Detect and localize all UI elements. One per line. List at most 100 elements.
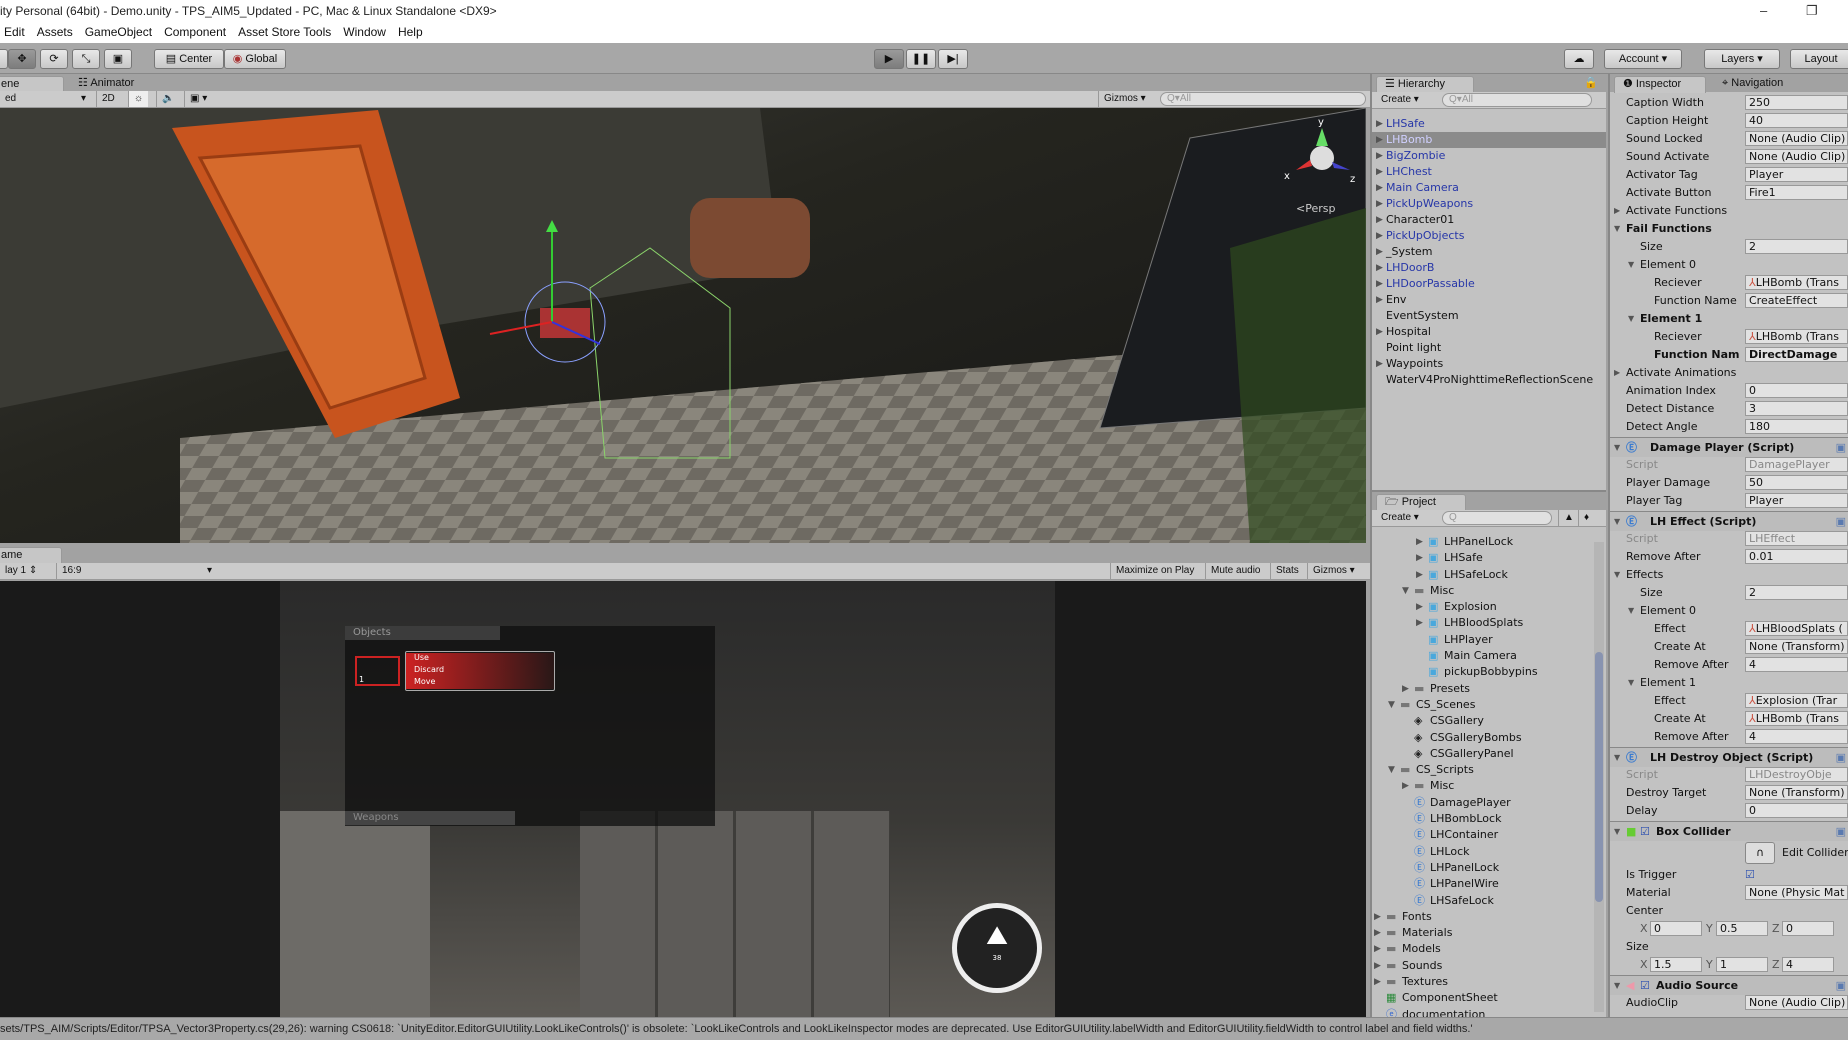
stats-toggle[interactable]: Stats: [1270, 563, 1304, 579]
project-search-input[interactable]: Q: [1442, 511, 1552, 525]
pivot-center-button[interactable]: ▤ Center: [154, 49, 224, 69]
project-item[interactable]: ▼ ▬ CS_Scripts: [1372, 762, 1592, 778]
expand-arrow-icon[interactable]: ▶: [1376, 228, 1383, 244]
vector-z-field[interactable]: 4: [1782, 957, 1834, 972]
field-value[interactable]: 0: [1745, 803, 1848, 818]
field-value[interactable]: Player: [1745, 493, 1848, 508]
field-value[interactable]: 2: [1745, 585, 1848, 600]
project-create-button[interactable]: Create ▾: [1376, 510, 1424, 526]
expand-arrow-icon[interactable]: ▶: [1402, 681, 1409, 697]
component-enabled-checkbox[interactable]: ☑: [1640, 822, 1650, 841]
field-value[interactable]: ⅄LHBomb (Trans: [1745, 711, 1848, 726]
rect-tool-button[interactable]: ▣: [104, 49, 132, 69]
menu-asset-store-tools[interactable]: Asset Store Tools: [238, 25, 331, 39]
move-tool-button[interactable]: ✥: [8, 49, 36, 69]
field-value[interactable]: 0.01: [1745, 549, 1848, 564]
collapse-arrow-icon[interactable]: ▼: [1628, 256, 1634, 273]
layers-dropdown[interactable]: Layers ▾: [1704, 49, 1780, 69]
menu-help[interactable]: Help: [398, 25, 423, 39]
component-header[interactable]: ▼ ◀ ☑ Audio Source ▣: [1610, 975, 1848, 995]
project-item[interactable]: Ⓔ LHPanelWire: [1372, 876, 1592, 892]
hierarchy-item[interactable]: EventSystem: [1372, 308, 1606, 324]
expand-arrow-icon[interactable]: ▶: [1374, 909, 1381, 925]
is-trigger-checkbox[interactable]: ☑: [1745, 866, 1755, 883]
field-value[interactable]: LHEffect: [1745, 531, 1848, 546]
project-item[interactable]: ▶ ▣ LHSafe: [1372, 550, 1592, 566]
expand-arrow-icon[interactable]: ▶: [1374, 974, 1381, 990]
project-item[interactable]: Ⓔ DamagePlayer: [1372, 795, 1592, 811]
foldout-arrow-icon[interactable]: ▼: [1614, 438, 1620, 457]
foldout-label[interactable]: Fail Functions: [1626, 220, 1712, 237]
tab-navigation[interactable]: ⌖ Navigation: [1714, 76, 1791, 93]
expand-arrow-icon[interactable]: ▶: [1416, 599, 1423, 615]
expand-arrow-icon[interactable]: ▶: [1376, 132, 1383, 148]
foldout-label[interactable]: Element 0: [1640, 256, 1696, 273]
mute-audio-toggle[interactable]: Mute audio: [1205, 563, 1265, 579]
foldout-arrow-icon[interactable]: ▼: [1614, 822, 1620, 841]
expand-arrow-icon[interactable]: ▶: [1376, 276, 1383, 292]
hierarchy-item[interactable]: ▶ Hospital: [1372, 324, 1606, 340]
help-icon[interactable]: ▣: [1836, 822, 1846, 841]
project-item[interactable]: ▶ ▣ LHBloodSplats: [1372, 615, 1592, 631]
project-item[interactable]: ▦ ComponentSheet: [1372, 990, 1592, 1006]
edit-collider-button[interactable]: ∩: [1745, 842, 1775, 864]
field-value[interactable]: None (Audio Clip): [1745, 995, 1848, 1010]
expand-arrow-icon[interactable]: ▶: [1376, 244, 1383, 260]
maximize-on-play-toggle[interactable]: Maximize on Play: [1110, 563, 1199, 579]
collapse-arrow-icon[interactable]: ▼: [1628, 674, 1634, 691]
hierarchy-item[interactable]: ▶ Waypoints: [1372, 356, 1606, 372]
space-global-button[interactable]: ◉ Global: [224, 49, 286, 69]
vector-z-field[interactable]: 0: [1782, 921, 1834, 936]
projection-label[interactable]: <Persp: [1296, 202, 1335, 215]
field-value[interactable]: 40: [1745, 113, 1848, 128]
field-value[interactable]: Fire1: [1745, 185, 1848, 200]
hierarchy-item[interactable]: ▶ PickUpWeapons: [1372, 196, 1606, 212]
component-header[interactable]: ▼ ■ ☑ Box Collider ▣: [1610, 821, 1848, 841]
menu-component[interactable]: Component: [164, 25, 226, 39]
component-header[interactable]: ▼ Ⓔ LH Destroy Object (Script) ▣: [1610, 747, 1848, 767]
project-item[interactable]: Ⓔ LHLock: [1372, 844, 1592, 860]
foldout-label[interactable]: Element 0: [1640, 602, 1696, 619]
filter-label-icon[interactable]: ♦: [1578, 510, 1594, 526]
expand-arrow-icon[interactable]: ▶: [1614, 364, 1620, 381]
hierarchy-item[interactable]: ▶ BigZombie: [1372, 148, 1606, 164]
project-item[interactable]: ⓔ documentation: [1372, 1007, 1592, 1017]
help-icon[interactable]: ▣: [1836, 976, 1846, 995]
foldout-label[interactable]: Center: [1626, 902, 1663, 919]
field-value[interactable]: Player: [1745, 167, 1848, 182]
foldout-label[interactable]: Activate Animations: [1626, 364, 1736, 381]
expand-arrow-icon[interactable]: ▶: [1416, 615, 1423, 631]
project-item[interactable]: ◈ CSGalleryBombs: [1372, 730, 1592, 746]
foldout-arrow-icon[interactable]: ▼: [1614, 748, 1620, 767]
field-value[interactable]: ⅄Explosion (Trar: [1745, 693, 1848, 708]
hierarchy-item[interactable]: ▶ LHBomb: [1372, 132, 1606, 148]
field-value[interactable]: None (Transform): [1745, 785, 1848, 800]
collapse-arrow-icon[interactable]: ▼: [1402, 583, 1409, 599]
project-item[interactable]: ▣ Main Camera: [1372, 648, 1592, 664]
hierarchy-item[interactable]: ▶ _System: [1372, 244, 1606, 260]
field-value[interactable]: ⅄LHBloodSplats (: [1745, 621, 1848, 636]
collapse-arrow-icon[interactable]: ▼: [1614, 220, 1620, 237]
tab-game[interactable]: ame: [0, 547, 62, 564]
account-dropdown[interactable]: Account ▾: [1604, 49, 1682, 69]
tab-project[interactable]: 🗁 Project: [1376, 494, 1466, 511]
foldout-label[interactable]: Effects: [1626, 566, 1663, 583]
collapse-arrow-icon[interactable]: ▼: [1628, 602, 1634, 619]
foldout-label[interactable]: Activate Functions: [1626, 202, 1727, 219]
effects-dropdown[interactable]: ▣ ▾: [184, 91, 212, 107]
minimize-button[interactable]: –: [1760, 0, 1767, 22]
hierarchy-item[interactable]: ▶ LHChest: [1372, 164, 1606, 180]
game-view[interactable]: Objects 1 Use Discard Move Weapons ⛰ 38: [0, 581, 1366, 1017]
field-value[interactable]: LHDestroyObje: [1745, 767, 1848, 782]
project-item[interactable]: ▶ ▬ Fonts: [1372, 909, 1592, 925]
cloud-button[interactable]: ☁: [1564, 49, 1594, 69]
expand-arrow-icon[interactable]: ▶: [1376, 324, 1383, 340]
project-item[interactable]: ▶ ▬ Textures: [1372, 974, 1592, 990]
field-value[interactable]: None (Transform): [1745, 639, 1848, 654]
hierarchy-item[interactable]: ▶ Main Camera: [1372, 180, 1606, 196]
expand-arrow-icon[interactable]: ▶: [1376, 212, 1383, 228]
menu-edit[interactable]: Edit: [4, 25, 25, 39]
expand-arrow-icon[interactable]: ▶: [1374, 925, 1381, 941]
project-item[interactable]: ▶ ▬ Presets: [1372, 681, 1592, 697]
hierarchy-item[interactable]: ▶ Character01: [1372, 212, 1606, 228]
